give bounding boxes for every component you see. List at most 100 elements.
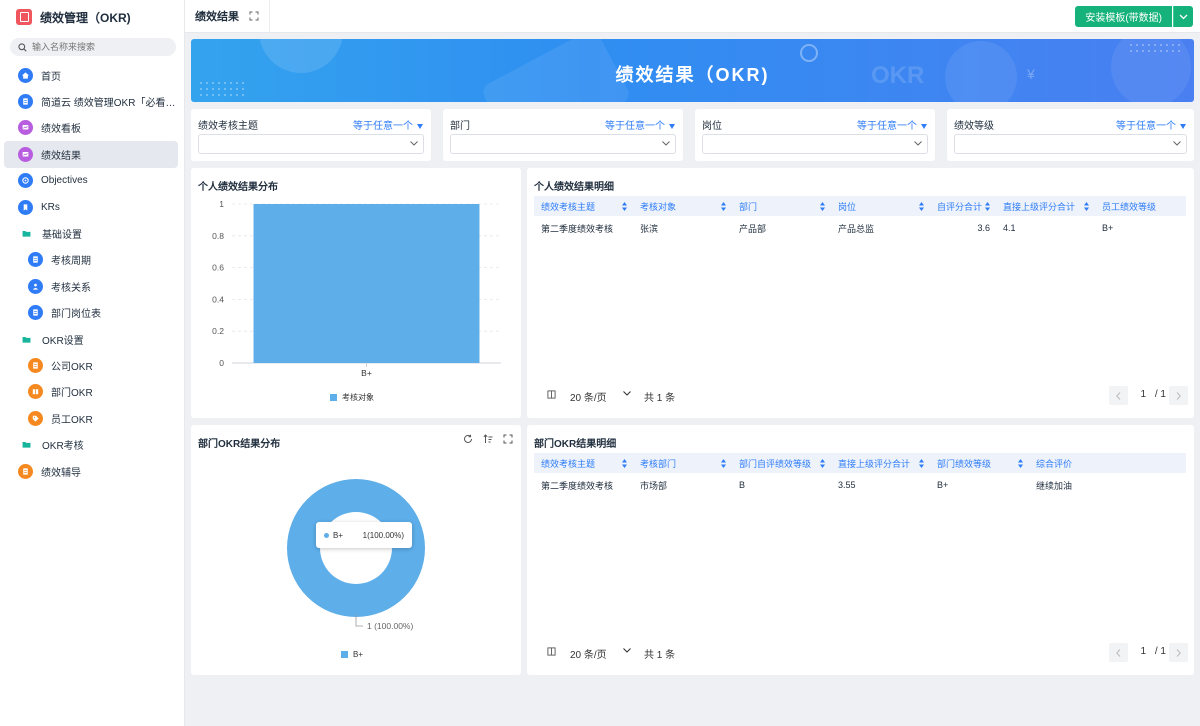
sidebar-item-home[interactable]: 首页 [4,62,178,88]
sidebar-item-okr-settings[interactable]: OKR设置 [4,326,178,352]
table-cell: 3.6 [977,223,990,233]
total-count: 共 1 条 [644,393,676,404]
legend-swatch [341,651,348,658]
tooltip-dot [324,532,329,538]
personal-detail-table: 绩效考核主题 考核对象 部门 岗位 自评分合计 直接上级评分合计 员工绩效等级 … [534,196,1186,240]
prev-page-button[interactable] [1109,386,1128,405]
panel-title: 个人绩效结果明细 [534,182,614,193]
search-icon [18,42,27,52]
sort-icon [721,459,726,468]
tooltip-label: B+ [333,530,344,540]
column-header[interactable]: 绩效考核主题 [534,453,633,473]
bar-chart: 1 0.8 0.6 0.4 0.2 0 B+ [212,199,501,378]
fullscreen-icon[interactable] [249,11,259,21]
install-template-button[interactable]: 安装模板(带数据) [1075,6,1172,27]
sidebar-item-company-okr[interactable]: 公司OKR [4,352,178,378]
sidebar-item-objectives[interactable]: Objectives [4,168,178,194]
sidebar-item-employee-okr[interactable]: 员工OKR [4,405,178,431]
sidebar-item-basic-settings[interactable]: 基础设置 [4,220,178,246]
document-icon [28,305,43,321]
search-input[interactable] [32,42,172,52]
table-cell: B+ [1102,223,1114,233]
column-header[interactable]: 部门绩效等级 [930,453,1029,473]
table-row[interactable]: 第二季度绩效考核 张滨 产品部 产品总监 3.6 4.1 B+ [534,216,1186,240]
filter-label: 绩效等级 [954,121,994,132]
column-header[interactable]: 自评分合计 [930,196,996,216]
sidebar-item-guide[interactable]: 简道云 绩效管理OKR「必看说... [4,88,178,114]
folder-icon [18,438,34,451]
sidebar-item-review-relation[interactable]: 考核关系 [4,273,178,299]
legend-label: B+ [353,650,364,659]
tab-current-page[interactable]: 绩效结果 [185,0,270,33]
legend-item[interactable]: B+ [341,650,363,659]
legend-label: 考核对象 [342,393,374,402]
sidebar-item-okr-review[interactable]: OKR考核 [4,431,178,457]
column-header[interactable]: 部门自评绩效等级 [732,453,831,473]
column-header[interactable]: 综合评价 [1029,453,1186,473]
filter-label: 部门 [450,121,470,132]
personal-chart-panel: 个人绩效结果分布 1 0.8 0.6 0.4 0.2 0 B+ 考核对象 [191,168,521,418]
page-size-select[interactable]: 20 条/页 [570,389,607,404]
column-header[interactable]: 考核对象 [633,196,732,216]
sidebar-item-krs[interactable]: KRs [4,194,178,220]
column-header[interactable]: 直接上级评分合计 [831,453,930,473]
filter-mode-dropdown[interactable]: 等于任意一个 [857,117,927,132]
sort-icon [721,202,726,211]
filter-mode-dropdown[interactable]: 等于任意一个 [605,117,675,132]
sidebar-item-coaching[interactable]: 绩效辅导 [4,458,178,484]
filter-select[interactable] [450,134,676,154]
table-row[interactable]: 第二季度绩效考核 市场部 B 3.55 B+ 继续加油 [534,473,1186,497]
sidebar-item-label: 绩效结果 [41,150,81,162]
column-header[interactable]: 部门 [732,196,831,216]
banner: OKR ¥ 绩效结果（OKR) [191,39,1194,102]
chevron-down-icon [1179,14,1188,19]
filter-mode-dropdown[interactable]: 等于任意一个 [1116,117,1186,132]
install-dropdown-button[interactable] [1173,6,1193,27]
table-cell: B+ [937,480,949,490]
sidebar-item-review-period[interactable]: 考核周期 [4,247,178,273]
chevron-right-icon [1176,391,1181,400]
column-header[interactable]: 员工绩效等级 [1095,196,1186,216]
filter-select[interactable] [702,134,928,154]
chevron-down-icon [1173,141,1181,146]
folder-icon [18,227,34,240]
top-bar: 绩效结果 安装模板(带数据) [185,0,1200,33]
sidebar-item-dashboard[interactable]: 绩效看板 [4,115,178,141]
filter-mode-dropdown[interactable]: 等于任意一个 [353,117,423,132]
sort-icon [919,202,924,211]
filter-select[interactable] [954,134,1187,154]
current-page[interactable]: 1 [1140,389,1146,400]
legend-item[interactable]: 考核对象 [330,392,374,403]
chevron-left-icon [1116,648,1121,657]
sidebar-item-label: 首页 [41,71,61,83]
sidebar-item-label: OKR考核 [42,441,84,453]
columns-icon[interactable] [547,647,556,656]
sidebar-item-results[interactable]: 绩效结果 [4,141,178,168]
sort-icon [919,459,924,468]
sort-icon [820,202,825,211]
column-header[interactable]: 直接上级评分合计 [996,196,1095,216]
y-tick-label: 0 [219,358,224,368]
current-page[interactable]: 1 [1140,646,1146,657]
chevron-left-icon [1116,391,1121,400]
filter-select[interactable] [198,134,424,154]
sidebar-item-dept-position[interactable]: 部门岗位表 [4,300,178,326]
sidebar-item-label: 部门OKR [51,388,93,400]
column-header[interactable]: 绩效考核主题 [534,196,633,216]
prev-page-button[interactable] [1109,643,1128,662]
column-header[interactable]: 考核部门 [633,453,732,473]
columns-icon[interactable] [547,390,556,399]
table-cell: 继续加油 [1036,480,1073,491]
page-size-select[interactable]: 20 条/页 [570,646,607,661]
sort-icon [1018,459,1023,468]
sidebar-item-dept-okr[interactable]: 部门OKR [4,379,178,405]
table-cell: 第二季度绩效考核 [541,480,614,491]
sidebar-item-label: OKR设置 [42,335,84,347]
filter-position: 岗位 等于任意一个 [695,109,935,161]
column-header[interactable]: 岗位 [831,196,930,216]
next-page-button[interactable] [1169,386,1188,405]
chevron-down-icon[interactable] [623,391,631,396]
table-cell: 产品部 [739,223,767,234]
chevron-down-icon[interactable] [623,648,631,653]
next-page-button[interactable] [1169,643,1188,662]
